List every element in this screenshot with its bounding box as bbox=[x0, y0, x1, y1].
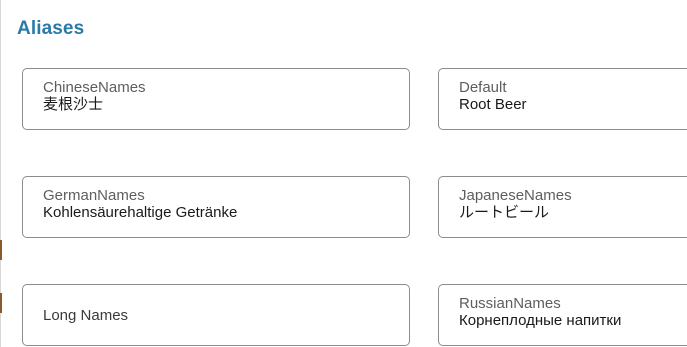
long-names-field[interactable]: Long Names bbox=[22, 284, 410, 346]
aliases-panel: Aliases ChineseNames 麦根沙士 Default Root B… bbox=[0, 0, 687, 347]
field-value: Корнеплодные напитки bbox=[459, 312, 622, 329]
field-label: ChineseNames bbox=[43, 79, 146, 96]
field-value: 麦根沙士 bbox=[43, 96, 104, 113]
russian-names-field[interactable]: RussianNames Корнеплодные напитки bbox=[438, 284, 687, 346]
default-field[interactable]: Default Root Beer bbox=[438, 68, 687, 130]
field-value: ルートビール bbox=[459, 204, 550, 221]
field-label: JapaneseNames bbox=[459, 187, 572, 204]
field-label: GermanNames bbox=[43, 187, 145, 204]
field-label: RussianNames bbox=[459, 295, 561, 312]
left-edge-marker bbox=[0, 240, 2, 260]
field-label: Long Names bbox=[43, 306, 129, 324]
chinese-names-field[interactable]: ChineseNames 麦根沙士 bbox=[22, 68, 410, 130]
japanese-names-field[interactable]: JapaneseNames ルートビール bbox=[438, 176, 687, 238]
section-title: Aliases bbox=[17, 18, 85, 39]
german-names-field[interactable]: GermanNames Kohlensäurehaltige Getränke bbox=[22, 176, 410, 238]
left-edge-marker bbox=[0, 293, 2, 313]
field-value: Root Beer bbox=[459, 96, 527, 113]
field-label: Default bbox=[459, 79, 507, 96]
field-value: Kohlensäurehaltige Getränke bbox=[43, 204, 238, 221]
